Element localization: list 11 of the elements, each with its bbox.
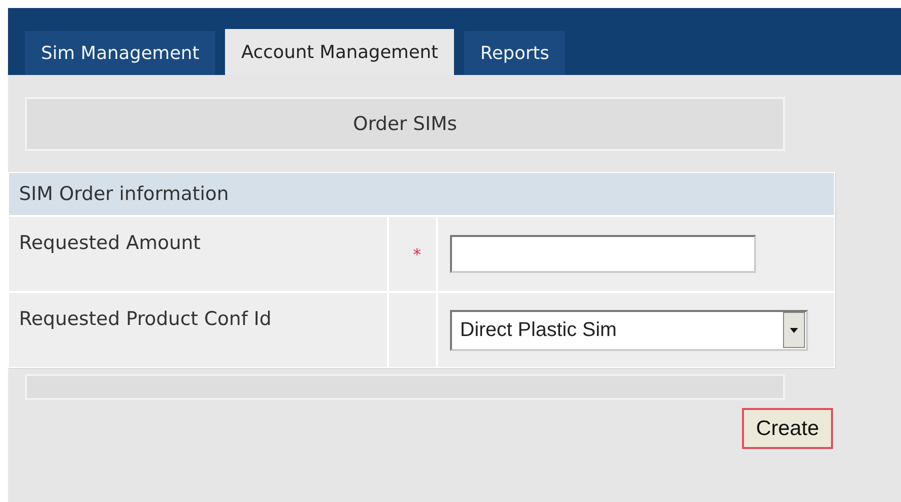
nav-tab[interactable]: Sim Management (25, 31, 216, 75)
field-label: Requested Amount (19, 232, 201, 254)
product-select[interactable]: Direct Plastic Sim (450, 310, 808, 350)
required-mark: * (413, 244, 421, 264)
form-heading: SIM Order information (9, 173, 834, 215)
section-title: Order SIMs (25, 97, 785, 151)
create-button[interactable]: Create (742, 408, 833, 449)
nav-tab[interactable]: Account Management (225, 29, 454, 75)
amount-input[interactable] (450, 235, 756, 273)
nav-tab[interactable]: Reports (464, 31, 566, 75)
field-label: Requested Product Conf Id (19, 308, 272, 330)
